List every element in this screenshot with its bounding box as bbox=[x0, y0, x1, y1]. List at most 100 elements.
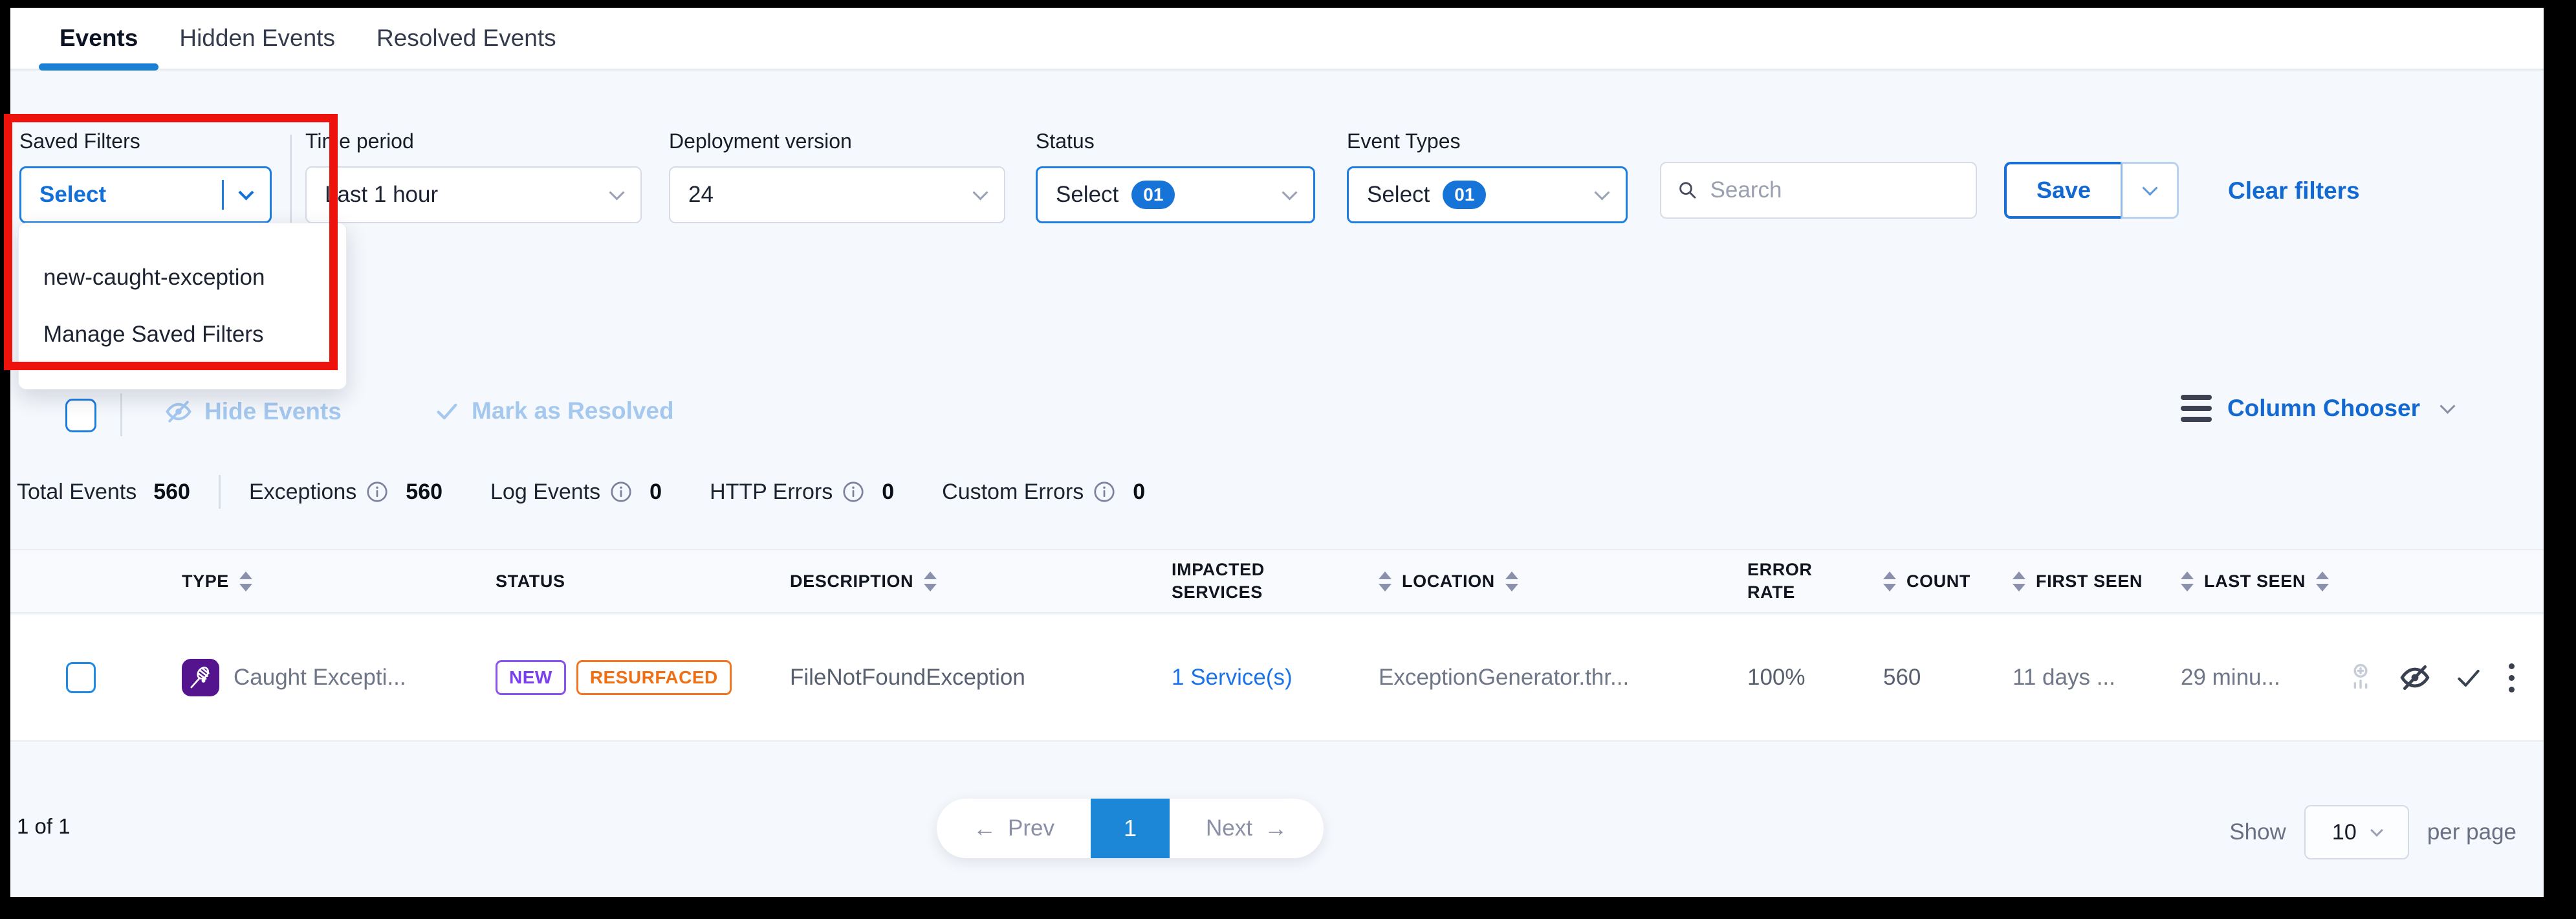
status-label: Status bbox=[1036, 129, 1315, 153]
kebab-menu-icon[interactable] bbox=[2506, 661, 2517, 695]
prev-page-button[interactable]: Prev bbox=[937, 799, 1091, 858]
saved-filters-label: Saved Filters bbox=[19, 129, 272, 153]
event-types-value: Select bbox=[1367, 182, 1430, 208]
save-button[interactable]: Save bbox=[2004, 162, 2121, 219]
status-badge-resurfaced: RESURFACED bbox=[576, 660, 732, 695]
column-header-location: LOCATION bbox=[1379, 571, 1747, 592]
sort-icon[interactable] bbox=[924, 571, 937, 592]
row-checkbox[interactable] bbox=[66, 662, 96, 693]
check-icon[interactable] bbox=[2454, 663, 2483, 692]
chevron-down-icon bbox=[238, 184, 254, 200]
column-header-count: COUNT bbox=[1883, 571, 2013, 592]
mark-as-resolved-label: Mark as Resolved bbox=[472, 397, 674, 425]
tab-hidden-events[interactable]: Hidden Events bbox=[158, 8, 356, 69]
saved-filters-select[interactable]: Select bbox=[19, 166, 272, 223]
info-icon[interactable] bbox=[842, 480, 865, 504]
column-label: COUNT bbox=[1906, 571, 1970, 592]
row-error-rate-cell: 100% bbox=[1747, 665, 1883, 691]
stat-exceptions: Exceptions 560 bbox=[249, 480, 442, 505]
page-size-select[interactable]: 10 bbox=[2304, 805, 2409, 859]
events-page: Events Hidden Events Resolved Events Sav… bbox=[10, 8, 2544, 897]
next-page-button[interactable]: Next bbox=[1170, 799, 1324, 858]
eye-off-icon[interactable] bbox=[2399, 661, 2431, 694]
row-first-seen: 11 days ... bbox=[2013, 665, 2115, 690]
next-label: Next bbox=[1206, 815, 1252, 841]
hide-events-label: Hide Events bbox=[204, 398, 342, 425]
time-period-value: Last 1 hour bbox=[325, 182, 438, 208]
tab-resolved-events[interactable]: Resolved Events bbox=[356, 8, 577, 69]
search-box bbox=[1660, 162, 1977, 219]
page-size-control: Show 10 per page bbox=[2229, 805, 2516, 859]
tab-hidden-events-label: Hidden Events bbox=[179, 25, 335, 52]
mark-as-resolved-button[interactable]: Mark as Resolved bbox=[434, 397, 674, 425]
tab-events[interactable]: Events bbox=[39, 8, 158, 69]
info-icon[interactable] bbox=[366, 480, 389, 504]
saved-filters-value: Select bbox=[39, 182, 106, 208]
time-period-group: Time period Last 1 hour bbox=[305, 129, 642, 223]
row-location-cell: ExceptionGenerator.thr... bbox=[1379, 665, 1747, 691]
column-chooser-button[interactable]: Column Chooser bbox=[2181, 395, 2453, 422]
per-page-label: per page bbox=[2427, 819, 2516, 845]
row-type-label: Caught Excepti... bbox=[234, 665, 406, 691]
chevron-down-icon bbox=[1594, 184, 1610, 200]
chevron-down-icon bbox=[609, 184, 624, 200]
event-stats-row: Total Events 560 Exceptions 560 Log Even… bbox=[17, 475, 1145, 509]
sort-icon[interactable] bbox=[2181, 571, 2194, 592]
tab-bar: Events Hidden Events Resolved Events bbox=[10, 8, 2544, 71]
event-types-count-badge: 01 bbox=[1443, 181, 1486, 209]
status-select[interactable]: Select 01 bbox=[1036, 166, 1315, 223]
select-all-checkbox[interactable] bbox=[65, 399, 96, 432]
column-chooser-label: Column Chooser bbox=[2227, 395, 2420, 422]
info-icon[interactable] bbox=[609, 480, 633, 504]
tab-events-label: Events bbox=[60, 25, 138, 52]
deployment-version-select[interactable]: 24 bbox=[669, 166, 1005, 223]
save-options-button[interactable] bbox=[2121, 162, 2179, 219]
column-label: STATUS bbox=[496, 571, 565, 592]
clear-filters-link[interactable]: Clear filters bbox=[2228, 177, 2360, 205]
show-label: Show bbox=[2229, 819, 2286, 845]
check-icon bbox=[434, 398, 460, 424]
page-number-button[interactable]: 1 bbox=[1091, 799, 1170, 858]
filter-section-divider bbox=[290, 135, 292, 227]
page-size-value: 10 bbox=[2332, 820, 2357, 845]
search-input[interactable] bbox=[1710, 177, 1960, 203]
time-period-select[interactable]: Last 1 hour bbox=[305, 166, 642, 223]
menu-item-manage-saved-filters[interactable]: Manage Saved Filters bbox=[19, 306, 346, 363]
column-label: ERROR RATE bbox=[1747, 559, 1862, 604]
sort-icon[interactable] bbox=[2316, 571, 2329, 592]
caught-exception-net-icon bbox=[182, 659, 219, 696]
column-header-error-rate: ERROR RATE bbox=[1747, 559, 1883, 604]
row-count-cell: 560 bbox=[1883, 665, 2013, 691]
row-location: ExceptionGenerator.thr... bbox=[1379, 665, 1629, 690]
stats-divider bbox=[219, 475, 221, 509]
stat-value: 0 bbox=[882, 480, 894, 505]
sort-icon[interactable] bbox=[1379, 571, 1392, 592]
impacted-services-link[interactable]: 1 Service(s) bbox=[1172, 665, 1293, 690]
status-badge-new: NEW bbox=[496, 660, 566, 695]
hide-events-button[interactable]: Hide Events bbox=[164, 397, 342, 426]
stat-label: Total Events bbox=[17, 480, 136, 505]
sort-icon[interactable] bbox=[1883, 571, 1896, 592]
stat-value: 0 bbox=[1133, 480, 1145, 505]
column-label: LOCATION bbox=[1402, 571, 1495, 592]
sort-icon[interactable] bbox=[1505, 571, 1518, 592]
stat-label: Log Events bbox=[490, 480, 600, 505]
event-types-select[interactable]: Select 01 bbox=[1347, 166, 1628, 223]
table-row: Caught Excepti... NEW RESURFACED FileNot… bbox=[10, 615, 2544, 742]
event-types-label: Event Types bbox=[1347, 129, 1628, 153]
time-period-label: Time period bbox=[305, 129, 642, 153]
save-button-label: Save bbox=[2036, 177, 2091, 204]
add-to-dashboard-icon[interactable] bbox=[2346, 663, 2375, 692]
menu-item-saved-filter[interactable]: new-caught-exception bbox=[19, 249, 346, 306]
column-header-impacted-services: IMPACTED SERVICES bbox=[1172, 559, 1379, 604]
sort-icon[interactable] bbox=[239, 571, 252, 592]
row-count: 560 bbox=[1883, 665, 1921, 690]
sort-icon[interactable] bbox=[2013, 571, 2025, 592]
deployment-version-value: 24 bbox=[688, 182, 714, 208]
info-icon[interactable] bbox=[1093, 480, 1116, 504]
row-last-seen-cell: 29 minu... bbox=[2181, 665, 2346, 691]
column-label: TYPE bbox=[182, 571, 229, 592]
column-header-description: DESCRIPTION bbox=[790, 571, 1172, 592]
column-header-last-seen: LAST SEEN bbox=[2181, 571, 2346, 592]
column-label: LAST SEEN bbox=[2204, 571, 2306, 592]
